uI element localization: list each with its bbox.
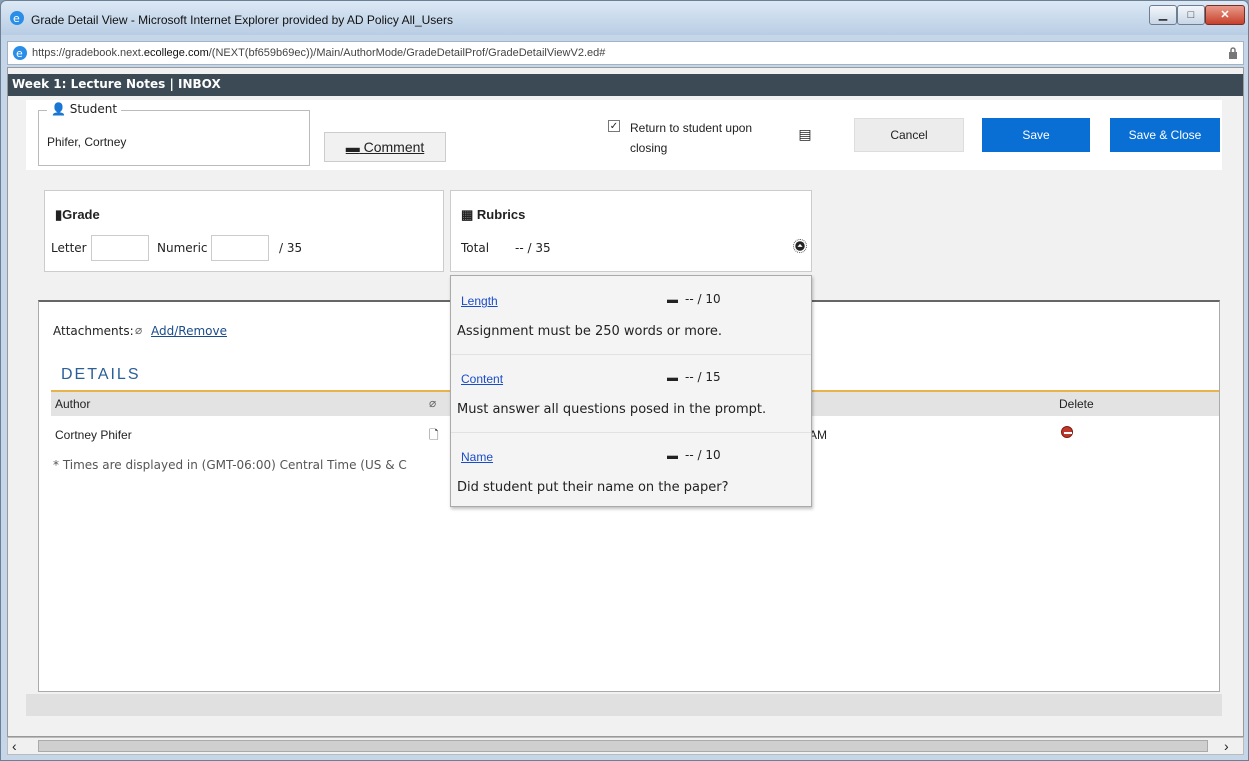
svg-text:e: e bbox=[13, 12, 20, 25]
maximize-button[interactable]: □ bbox=[1177, 5, 1205, 25]
collapse-up-icon[interactable] bbox=[793, 239, 807, 253]
close-window-button[interactable]: ✕ bbox=[1205, 5, 1245, 25]
rubric-link-length[interactable]: Length bbox=[461, 294, 498, 308]
student-legend: 👤 Student bbox=[47, 102, 122, 116]
cancel-button[interactable]: Cancel bbox=[854, 118, 964, 152]
document-icon[interactable]: 🗋 bbox=[429, 426, 439, 447]
numeric-label: Numeric bbox=[157, 241, 208, 255]
horizontal-scrollbar[interactable]: ‹ › bbox=[7, 737, 1244, 755]
scroll-left-icon[interactable]: ‹ bbox=[12, 738, 17, 754]
return-to-student-label: Return to student upon closing bbox=[630, 121, 753, 155]
address-bar[interactable]: e https://gradebook.next.ecollege.com/(N… bbox=[7, 41, 1244, 65]
rubric-item: Name ▬ -- / 10 Did student put their nam… bbox=[451, 432, 811, 510]
rubric-description: Did student put their name on the paper? bbox=[457, 480, 729, 495]
page-icon: e bbox=[13, 46, 27, 60]
page-title: Week 1: Lecture Notes | INBOX bbox=[12, 77, 221, 91]
col-delete: Delete bbox=[1059, 397, 1094, 411]
user-icon: 👤 bbox=[51, 102, 66, 116]
rubrics-total-label: Total bbox=[461, 241, 490, 255]
footer-bar bbox=[26, 694, 1222, 716]
rubric-link-content[interactable]: Content bbox=[461, 372, 503, 386]
comment-icon[interactable]: ▬ bbox=[667, 372, 678, 384]
paperclip-icon: ⌀ bbox=[135, 323, 143, 337]
grade-box: ▮Grade Letter Numeric / 35 bbox=[44, 190, 444, 272]
rubric-description: Assignment must be 250 words or more. bbox=[457, 324, 723, 339]
rubric-score: -- / 10 bbox=[685, 292, 721, 306]
numeric-grade-input[interactable] bbox=[211, 235, 269, 261]
rubrics-title: ▦ Rubrics bbox=[461, 207, 526, 222]
grade-title: ▮Grade bbox=[55, 207, 100, 222]
minimize-button[interactable]: ▁ bbox=[1149, 5, 1177, 25]
scroll-right-icon[interactable]: › bbox=[1224, 738, 1229, 754]
browser-window: e Grade Detail View - Microsoft Internet… bbox=[0, 0, 1249, 761]
comment-icon[interactable]: ▬ bbox=[667, 450, 678, 462]
message-icon-button[interactable]: ▤ bbox=[790, 120, 820, 150]
add-remove-link[interactable]: Add/Remove bbox=[151, 324, 227, 338]
internet-explorer-icon: e bbox=[10, 11, 24, 25]
rubric-score: -- / 10 bbox=[685, 448, 721, 462]
numeric-max: / 35 bbox=[279, 241, 303, 255]
header-bar: Week 1: Lecture Notes | INBOX bbox=[8, 74, 1243, 96]
title-bar: e Grade Detail View - Microsoft Internet… bbox=[1, 1, 1248, 35]
rubrics-box: ▦ Rubrics Total -- / 35 bbox=[450, 190, 812, 272]
rubric-item: Length ▬ -- / 10 Assignment must be 250 … bbox=[451, 276, 811, 355]
timezone-note: * Times are displayed in (GMT-06:00) Cen… bbox=[53, 458, 407, 472]
window-title: Grade Detail View - Microsoft Internet E… bbox=[31, 13, 453, 27]
grid-icon: ▦ bbox=[461, 207, 474, 222]
scroll-thumb[interactable] bbox=[38, 740, 1208, 752]
rubric-popup: Length ▬ -- / 10 Assignment must be 250 … bbox=[450, 275, 812, 507]
letter-grade-input[interactable] bbox=[91, 235, 149, 261]
rubric-link-name[interactable]: Name bbox=[461, 450, 493, 464]
message-icon: ▤ bbox=[798, 126, 812, 142]
rubric-score: -- / 15 bbox=[685, 370, 721, 384]
student-panel: 👤 Student Phifer, Cortney ▬ Comment ✓ Re… bbox=[26, 100, 1222, 170]
comment-button[interactable]: ▬ Comment bbox=[324, 132, 446, 162]
return-to-student-checkbox[interactable]: ✓ bbox=[608, 120, 620, 132]
comment-icon: ▬ bbox=[345, 139, 360, 155]
content-area: Week 1: Lecture Notes | INBOX 👤 Student … bbox=[7, 67, 1244, 737]
col-author: Author bbox=[55, 397, 91, 411]
comment-icon[interactable]: ▬ bbox=[667, 294, 678, 306]
save-button[interactable]: Save bbox=[982, 118, 1090, 152]
student-box: 👤 Student Phifer, Cortney bbox=[38, 102, 310, 166]
lock-icon bbox=[1229, 47, 1237, 59]
table-row-author: Cortney Phifer bbox=[55, 428, 132, 442]
save-close-button[interactable]: Save & Close bbox=[1110, 118, 1220, 152]
delete-icon[interactable] bbox=[1061, 426, 1073, 438]
letter-label: Letter bbox=[51, 241, 87, 255]
rubrics-total-value: -- / 35 bbox=[515, 241, 551, 255]
attachment-column-icon: ⌀ bbox=[429, 396, 437, 410]
attachments-label: Attachments: bbox=[53, 324, 134, 338]
rubric-description: Must answer all questions posed in the p… bbox=[457, 402, 767, 417]
student-name: Phifer, Cortney bbox=[47, 135, 127, 149]
details-heading: DETAILS bbox=[61, 366, 141, 383]
rubric-item: Content ▬ -- / 15 Must answer all questi… bbox=[451, 354, 811, 433]
url-text: https://gradebook.next.ecollege.com/(NEX… bbox=[32, 47, 606, 59]
svg-text:e: e bbox=[16, 47, 23, 60]
